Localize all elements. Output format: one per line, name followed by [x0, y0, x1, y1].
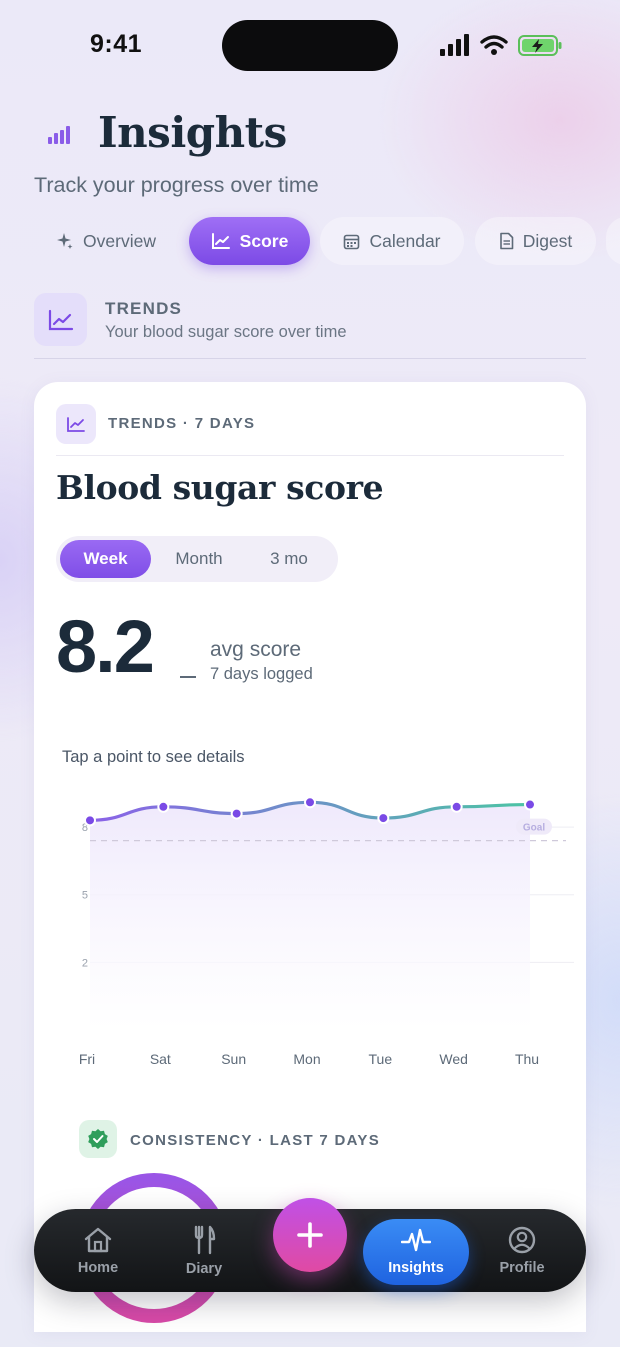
y-tick-label: 2 — [82, 957, 88, 969]
tab-label: Overview — [83, 230, 156, 251]
x-tick-label: Fri — [79, 1051, 95, 1067]
area-fill — [90, 802, 530, 1030]
data-point[interactable] — [524, 798, 536, 811]
average-label: avg score — [210, 638, 302, 661]
range-3mo[interactable]: 3 mo — [247, 540, 331, 578]
tab-digest[interactable]: Digest — [475, 217, 596, 265]
section-label: TRENDS — [105, 299, 183, 318]
status-time: 9:41 — [90, 30, 143, 58]
range-selector: Week Month 3 mo — [56, 536, 338, 582]
nav-label: Profile — [499, 1259, 545, 1276]
trend-icon — [48, 309, 73, 330]
section-divider — [34, 358, 586, 359]
range-month[interactable]: Month — [155, 540, 243, 578]
consistency-label: CONSISTENCY · LAST 7 DAYS — [130, 1132, 381, 1149]
tap-hint: Tap a point to see details — [62, 748, 245, 766]
calendar-icon — [344, 234, 360, 249]
signal-icon — [440, 34, 469, 56]
tab-score[interactable]: Score — [189, 217, 310, 265]
nav-label: Home — [77, 1259, 119, 1276]
nav-label: Insights — [388, 1260, 444, 1276]
nav-diary[interactable]: Diary — [164, 1209, 244, 1292]
add-entry-button[interactable] — [273, 1198, 347, 1272]
wifi-icon — [480, 35, 508, 49]
tab-calendar[interactable]: Calendar — [320, 217, 464, 265]
x-tick-label: Wed — [439, 1051, 468, 1067]
x-tick-label: Mon — [293, 1051, 320, 1067]
nav-label: Diary — [185, 1260, 223, 1277]
card-divider — [56, 455, 564, 456]
nav-profile[interactable]: Profile — [482, 1209, 562, 1292]
score-card: TRENDS · 7 DAYS Blood sugar score Week M… — [34, 382, 586, 1332]
card-icon — [56, 404, 96, 444]
x-tick-label: Thu — [515, 1051, 539, 1067]
battery-icon — [518, 35, 562, 56]
x-tick-label: Sat — [150, 1051, 171, 1067]
nav-home[interactable]: Home — [58, 1209, 138, 1292]
nav-insights[interactable]: Insights — [363, 1219, 469, 1285]
page-title: Insights — [98, 108, 287, 157]
x-tick-label: Sun — [221, 1051, 246, 1067]
consistency-icon — [79, 1120, 117, 1158]
home-icon — [84, 1227, 112, 1252]
data-point[interactable] — [230, 807, 243, 820]
section-icon — [34, 293, 87, 346]
trend-icon — [67, 416, 85, 432]
trend-icon — [211, 233, 230, 249]
data-point[interactable] — [84, 814, 96, 827]
verified-check-icon — [88, 1129, 108, 1149]
data-point[interactable] — [377, 812, 390, 825]
tab-label: Digest — [522, 230, 573, 251]
data-point[interactable] — [157, 800, 170, 813]
goal-label: Goal — [523, 823, 545, 834]
plus-icon — [297, 1222, 323, 1248]
data-point[interactable] — [450, 800, 463, 813]
card-title: Blood sugar score — [56, 468, 384, 507]
data-point[interactable] — [304, 796, 316, 809]
average-score: 8.2 — [56, 605, 155, 688]
dynamic-island — [222, 20, 398, 71]
tab-label: Score — [239, 230, 289, 251]
pulse-icon — [401, 1228, 431, 1252]
status-icons — [440, 34, 562, 56]
tab-more[interactable] — [606, 217, 620, 265]
card-kicker: TRENDS · 7 DAYS — [108, 415, 256, 432]
sparkle-icon — [57, 233, 73, 249]
tab-overview[interactable]: Overview — [34, 217, 178, 265]
x-tick-label: Tue — [369, 1051, 393, 1067]
section-description: Your blood sugar score over time — [105, 323, 347, 341]
y-tick-label: 5 — [82, 890, 88, 902]
page-subtitle: Track your progress over time — [34, 173, 319, 197]
range-week[interactable]: Week — [60, 540, 151, 578]
profile-icon — [508, 1226, 536, 1253]
trend-dash — [180, 676, 196, 678]
fork-knife-icon — [194, 1225, 216, 1254]
document-icon — [499, 232, 513, 250]
bar-chart-icon — [48, 126, 70, 144]
days-logged: 7 days logged — [210, 665, 313, 683]
score-chart: 258 GoalFri Sat Sun Mon Tue Wed Thu — [79, 796, 574, 1067]
tab-label: Calendar — [369, 230, 441, 251]
